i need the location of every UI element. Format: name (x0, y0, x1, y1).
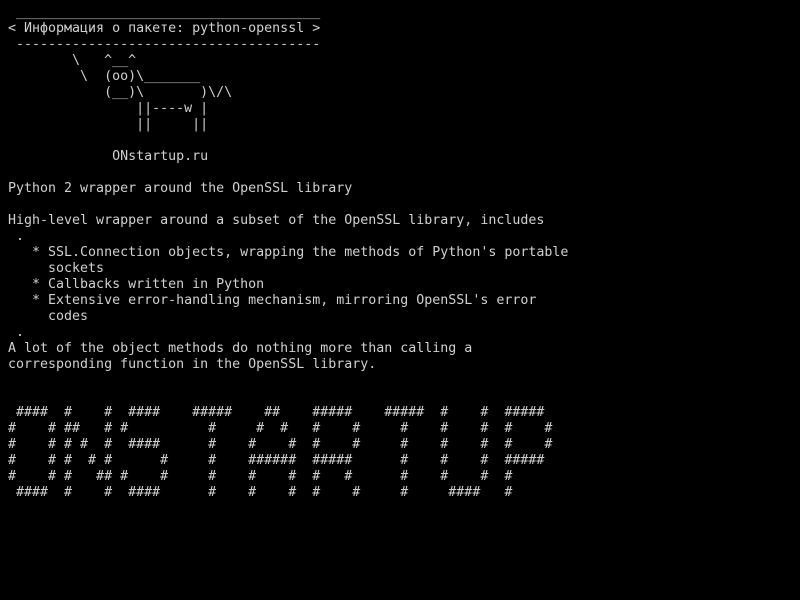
terminal-screen[interactable]: ______________________________________ <… (0, 0, 800, 600)
ascii-banner-line: #### # # #### ##### ## ##### ##### # # #… (8, 405, 545, 420)
description-line: A lot of the object methods do nothing m… (8, 341, 473, 356)
description-line: . (8, 229, 25, 244)
description-line: High-level wrapper around a subset of th… (8, 213, 545, 228)
description-line: corresponding function in the OpenSSL li… (8, 357, 377, 372)
description-line: * SSL.Connection objects, wrapping the m… (8, 245, 569, 260)
cow-art-line: ||----w | (8, 101, 209, 116)
package-summary: Python 2 wrapper around the OpenSSL libr… (8, 181, 353, 196)
description-line: . (8, 325, 25, 340)
description-line: sockets (8, 261, 105, 276)
ascii-banner-line: # # # ## # # # # # # # # # # # (8, 469, 513, 484)
description-line: codes (8, 309, 89, 324)
cow-art-line: \ (oo)\_______ (8, 69, 201, 84)
cow-art-line: || || (8, 117, 209, 132)
site-name: ONstartup.ru (8, 149, 209, 164)
ascii-banner-line: # # # # # #### # # # # # # # # # # (8, 437, 553, 452)
cowsay-message: < Информация о пакете: python-openssl > (8, 21, 321, 36)
cowsay-top-border: ______________________________________ (8, 5, 321, 20)
description-line: * Extensive error-handling mechanism, mi… (8, 293, 537, 308)
ascii-banner-line: # # ## # # # # # # # # # # # # (8, 421, 553, 436)
cow-art-line: \ ^__^ (8, 53, 137, 68)
cow-art-line: (__)\ )\/\ (8, 85, 233, 100)
ascii-banner-line: #### # # #### # # # # # # #### # (8, 485, 513, 500)
description-line: * Callbacks written in Python (8, 277, 265, 292)
ascii-banner-line: # # # # # # # ###### ##### # # # ##### (8, 453, 545, 468)
cowsay-bottom-border: -------------------------------------- (8, 37, 321, 52)
